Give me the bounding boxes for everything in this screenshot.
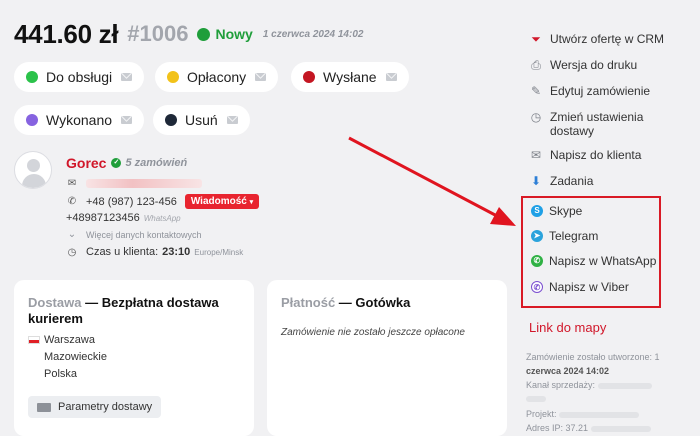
ip-label: Adres IP: 37.21 — [526, 423, 589, 433]
map-link[interactable]: Link do mapy — [529, 320, 606, 335]
sales-channel-row: Kanał sprzedaży: — [526, 378, 652, 392]
sales-channel-label: Kanał sprzedaży: — [526, 380, 596, 390]
meta-divider — [526, 391, 546, 405]
ip-row: Adres IP: 37.21 — [526, 421, 651, 435]
created-line-2: czerwca 2024 14:02 — [526, 366, 610, 376]
project-row: Projekt: — [526, 407, 640, 421]
arrow-shaft — [348, 136, 498, 218]
created-info: Zamówienie zostało utworzone: 1 czerwca … — [526, 350, 660, 378]
project-redacted — [559, 411, 640, 418]
created-line-1: Zamówienie zostało utworzone: 1 — [526, 352, 660, 362]
sales-channel-redacted — [597, 382, 652, 389]
arrow-head — [490, 207, 516, 226]
ip-redacted — [590, 425, 651, 432]
project-label: Projekt: — [526, 409, 557, 419]
meta-redacted — [526, 395, 546, 402]
